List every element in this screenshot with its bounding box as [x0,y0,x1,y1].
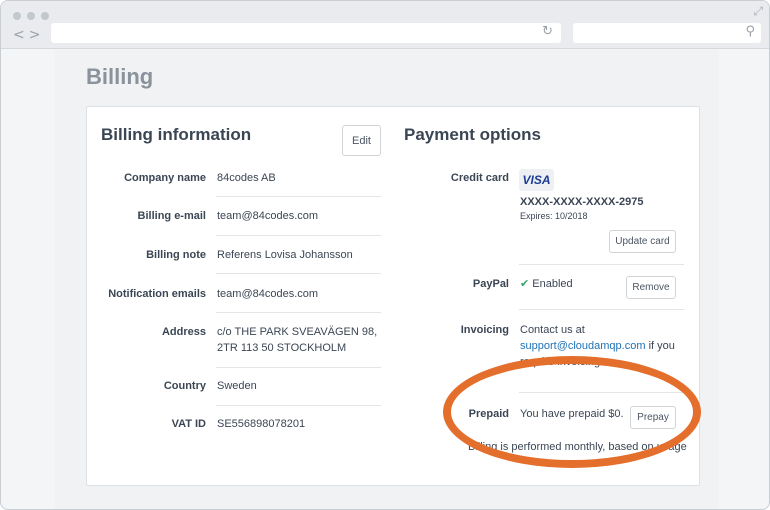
prepaid-text: You have prepaid $0. [520,408,624,420]
prepaid-label: Prepaid [468,408,509,420]
vat-id-label: VAT ID [171,418,206,430]
row-divider [216,312,381,313]
card-expiry: Expires: 10/2018 [520,211,588,221]
prepay-button[interactable]: Prepay [630,406,676,429]
search-icon: ⚲ [745,24,755,39]
address-value: c/o THE PARK SVEAVÄGEN 98, 2TR 113 50 ST… [217,324,377,356]
back-forward-arrows-icon[interactable]: <> [13,27,44,43]
address-label: Address [161,326,206,338]
support-email-link[interactable]: support@cloudamqp.com [520,340,646,352]
browser-search-bar[interactable]: ⚲ [573,23,761,43]
expand-icon[interactable]: ⤢ [753,4,763,19]
remove-paypal-button[interactable]: Remove [626,276,676,299]
company-name-value: 84codes AB [217,172,276,184]
invoicing-text: Contact us at support@cloudamqp.com if y… [520,322,690,370]
row-divider [216,235,381,236]
page-title: Billing [86,64,154,89]
row-divider [519,264,684,265]
invoicing-line-2-suffix: if you [645,340,675,352]
paypal-status: ✔ Enabled [520,276,573,292]
billing-note-label: Billing note [146,249,206,261]
address-bar[interactable]: ↻ [51,23,561,43]
browser-toolbar: <> ↻ ⚲ ⤢ [1,1,769,49]
invoicing-label: Invoicing [460,324,509,336]
country-value: Sweden [217,380,257,392]
address-line-1: c/o THE PARK SVEAVÄGEN 98, [217,326,378,338]
billing-information-heading: Billing information [101,125,252,144]
window-minimize-dot[interactable] [27,12,35,20]
paypal-label: PayPal [472,278,509,290]
window-zoom-dot[interactable] [41,12,49,20]
reload-icon[interactable]: ↻ [542,24,553,39]
check-icon: ✔ [520,277,530,290]
company-name-label: Company name [124,172,206,184]
address-line-2: 2TR 113 50 STOCKHOLM [217,342,347,354]
row-divider [519,309,684,310]
invoicing-line-2: support@cloudamqp.com if you [520,338,690,354]
billing-email-label: Billing e-mail [137,210,206,222]
edit-button[interactable]: Edit [342,125,381,156]
row-divider [216,273,381,274]
payment-options-heading: Payment options [404,125,541,144]
row-divider [216,367,381,368]
billing-footnote: Billing is performed monthly, based on u… [468,441,687,453]
visa-logo-icon: VISA [519,169,554,191]
billing-note-value: Referens Lovisa Johansson [217,249,353,261]
row-divider [519,392,684,393]
invoicing-line-1: Contact us at [520,324,585,336]
notification-emails-label: Notification emails [108,288,206,300]
invoicing-line-3: require invoicing. [520,356,604,368]
country-label: Country [163,380,206,392]
billing-email-value: team@84codes.com [217,210,319,222]
notification-emails-value: team@84codes.com [217,288,319,300]
update-card-button[interactable]: Update card [609,230,676,253]
credit-card-label: Credit card [450,172,509,184]
row-divider [216,196,381,197]
row-divider [216,405,381,406]
paypal-status-text: Enabled [532,278,573,290]
window-close-dot[interactable] [13,12,21,20]
vat-id-value: SE556898078201 [217,418,306,430]
